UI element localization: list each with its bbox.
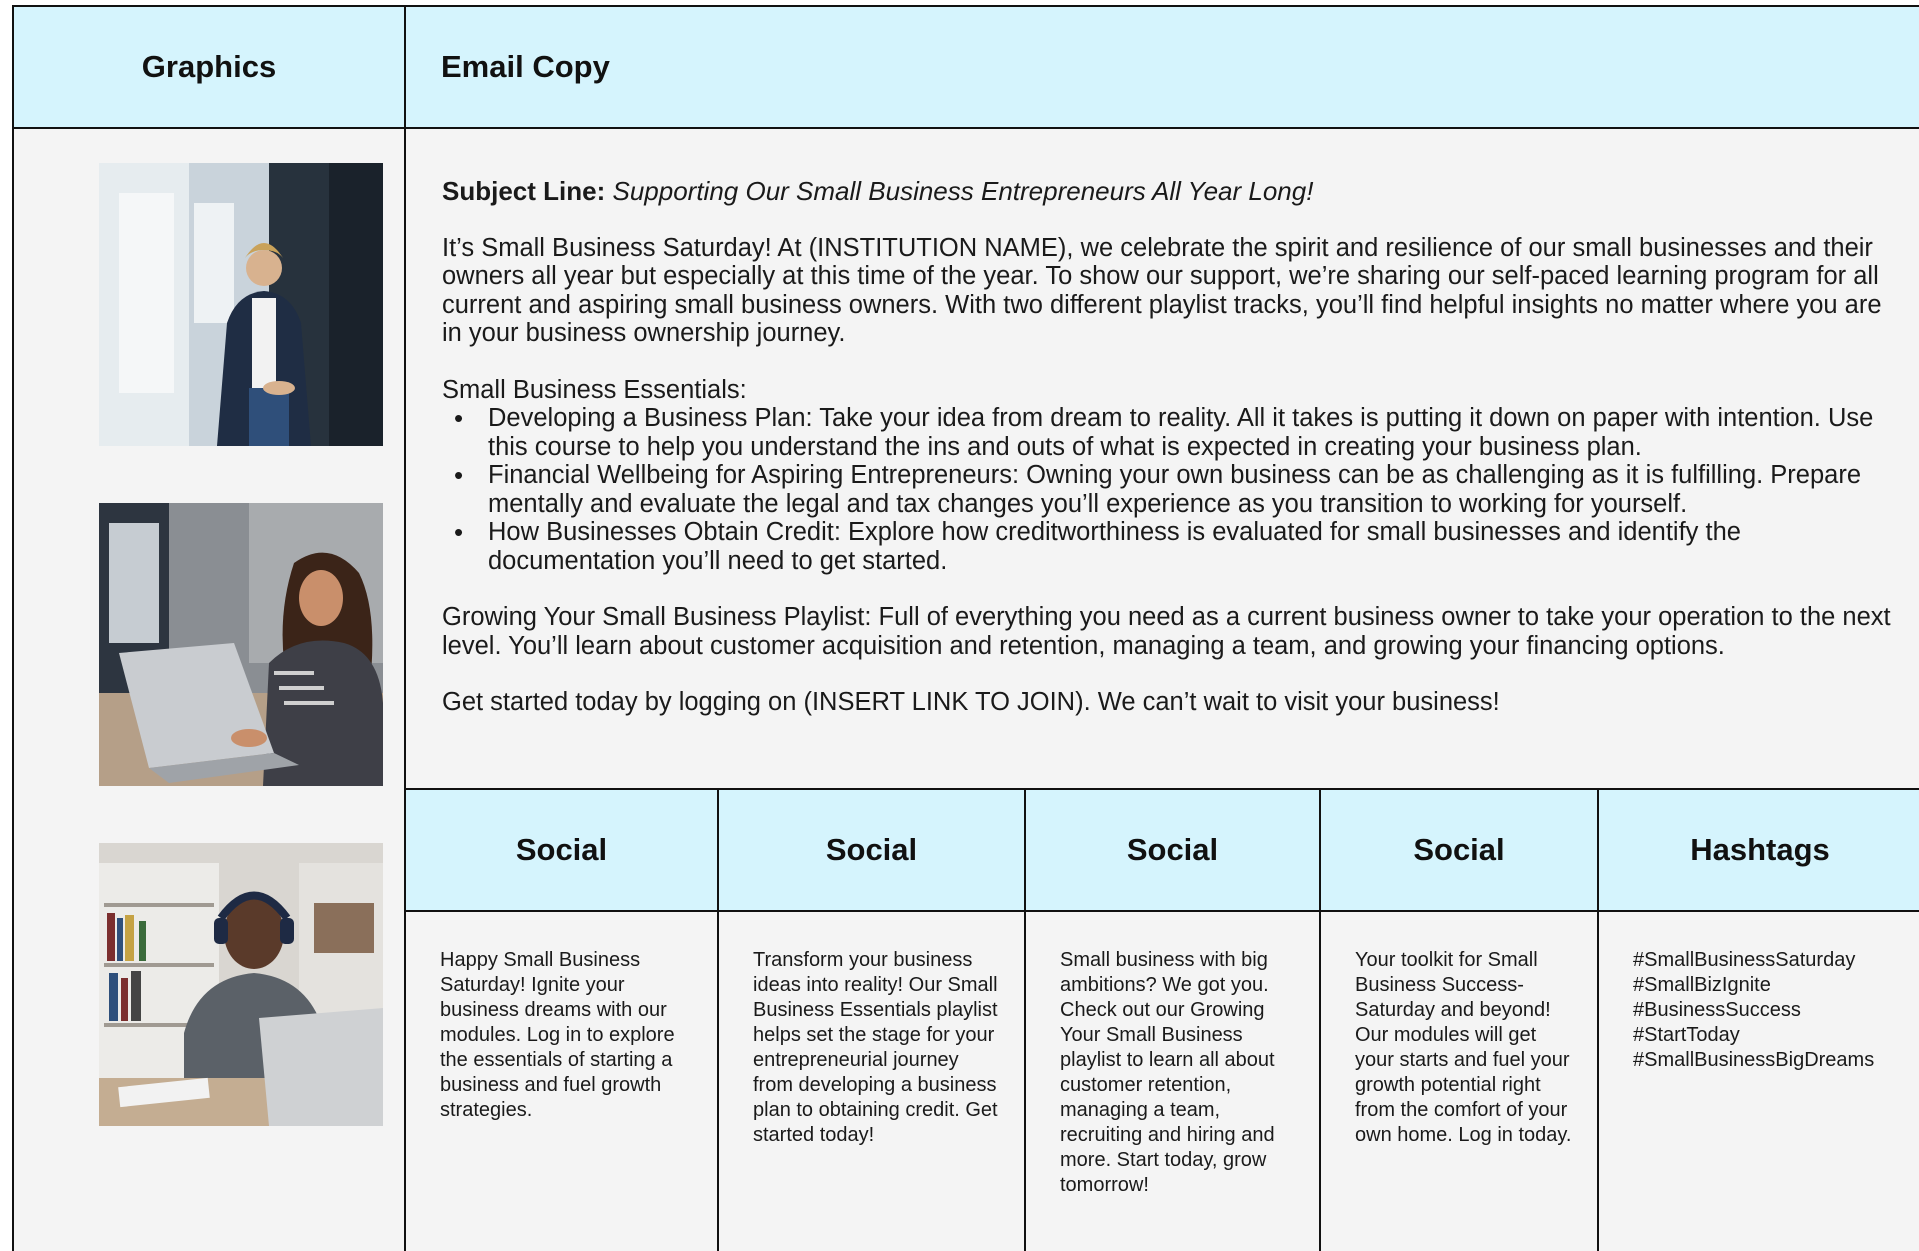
photo-woman-with-laptop [99,503,383,786]
subject-label: Subject Line: [442,176,606,206]
subject-text: Supporting Our Small Business Entreprene… [612,176,1314,206]
social-header: Social [1026,790,1319,912]
essentials-title: Small Business Essentials: [442,375,747,404]
graphics-header-label: Graphics [141,49,277,84]
list-item: Developing a Business Plan: Take your id… [442,404,1891,461]
hashtags-header: Hashtags [1599,790,1919,912]
social-header-label: Social [825,832,918,867]
graphics-column [14,129,406,1251]
hashtag: #SmallBizIgnite [1633,974,1771,996]
social-header: Social [406,790,717,912]
social-header: Social [1321,790,1597,912]
email-intro: It’s Small Business Saturday! At (INSTIT… [442,233,1882,348]
social-column-4: Social Your toolkit for Small Business S… [1321,788,1599,1251]
photo-businesswoman-standing [99,163,383,446]
subject-line: Subject Line: Supporting Our Small Busin… [442,177,1891,206]
social-column-1: Social Happy Small Business Saturday! Ig… [406,788,719,1251]
hashtag: #SmallBusinessSaturday [1633,949,1856,971]
hashtag: #StartToday [1633,1024,1740,1046]
social-header-label: Social [1126,832,1219,867]
growing-playlist-text: Growing Your Small Business Playlist: Fu… [442,603,1891,660]
social-column-3: Social Small business with big ambitions… [1026,788,1321,1251]
social-header-label: Social [515,832,608,867]
call-to-action: Get started today by logging on (INSERT … [442,688,1500,716]
list-item: How Businesses Obtain Credit: Explore ho… [442,518,1891,575]
hashtags-list: #SmallBusinessSaturday #SmallBizIgnite #… [1599,912,1919,1073]
social-post-text: Small business with big ambitions? We go… [1060,949,1275,1196]
email-copy-header-label: Email Copy [441,49,610,84]
social-post-text: Happy Small Business Saturday! Ignite yo… [440,949,675,1121]
hashtag: #BusinessSuccess [1633,999,1801,1021]
list-item: Financial Wellbeing for Aspiring Entrepr… [442,461,1891,518]
social-post-text: Your toolkit for Small Business Success-… [1355,949,1572,1146]
social-column-2: Social Transform your business ideas int… [719,788,1026,1251]
hashtags-column: Hashtags #SmallBusinessSaturday #SmallBi… [1599,788,1919,1251]
hashtags-header-label: Hashtags [1690,832,1830,867]
email-copy-header: Email Copy [406,7,1919,129]
essentials-list: Developing a Business Plan: Take your id… [442,404,1891,575]
social-header: Social [719,790,1024,912]
social-header-label: Social [1413,832,1505,867]
social-post-text: Transform your business ideas into reali… [753,949,998,1146]
email-copy-body: Subject Line: Supporting Our Small Busin… [408,129,1919,789]
graphics-header: Graphics [14,7,406,129]
hashtag: #SmallBusinessBigDreams [1633,1049,1875,1071]
photo-man-with-headphones [99,843,383,1126]
content-table: Graphics Email Copy Subject Line: Suppor… [12,5,1919,1251]
